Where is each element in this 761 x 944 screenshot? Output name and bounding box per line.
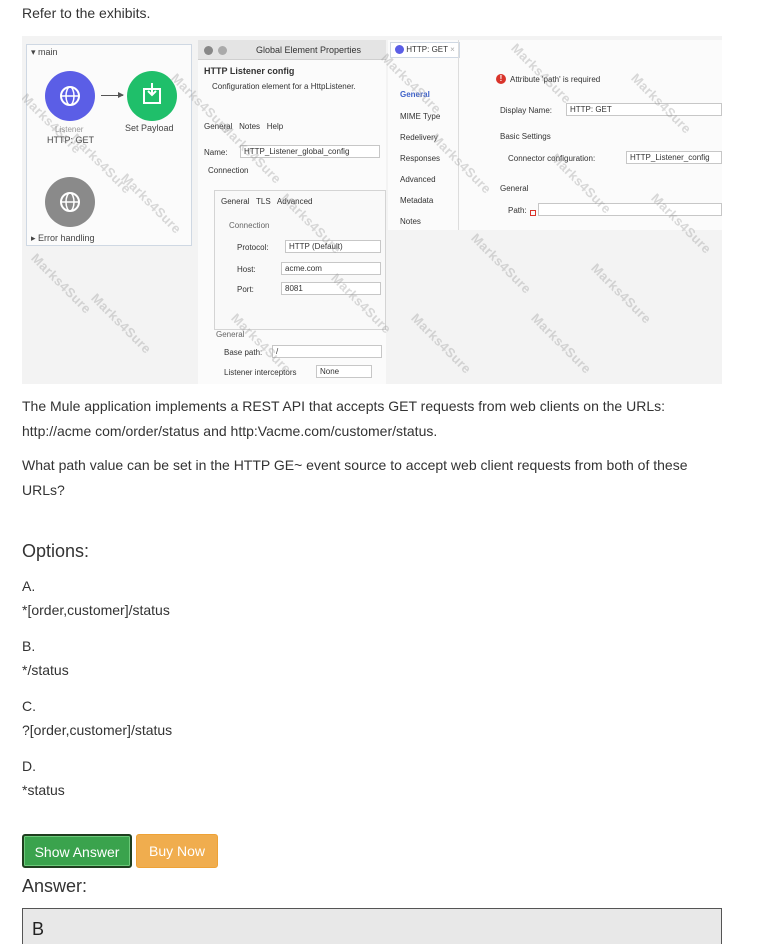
error-source-icon <box>45 177 95 227</box>
option-c-text: ?[order,customer]/status <box>22 722 173 738</box>
answer-heading: Answer: <box>22 876 88 896</box>
watermark-text: Marks4Sure <box>528 310 595 377</box>
path-error-marker-icon <box>530 210 536 216</box>
main-flow-name: main <box>38 47 58 57</box>
display-name-field[interactable]: HTTP: GET <box>566 103 722 116</box>
connection-header: Connection <box>229 221 270 230</box>
tab-inner-tls[interactable]: TLS <box>256 197 271 206</box>
path-label: Path: <box>508 206 527 215</box>
page: Refer to the exhibits. ▾ main Listener H… <box>0 0 761 944</box>
option-d-letter: D. <box>22 758 36 774</box>
error-handling-label: ▸ Error handling <box>31 233 95 244</box>
watermark-text: Marks4Sure <box>588 260 655 327</box>
tab-notes[interactable]: Notes <box>239 122 260 131</box>
option-a-text: *[order,customer]/status <box>22 602 170 618</box>
question-paragraph-2: What path value can be set in the HTTP G… <box>22 457 688 498</box>
connector-config-select[interactable]: HTTP_Listener_config <box>626 151 722 164</box>
window-titlebar: Global Element Properties <box>198 40 386 60</box>
show-answer-button[interactable]: Show Answer <box>22 834 132 868</box>
option-b-text: */status <box>22 662 69 678</box>
http-get-tab[interactable]: HTTP: GET × <box>390 42 460 58</box>
basic-settings-label: Basic Settings <box>500 132 551 141</box>
display-name-label: Display Name: <box>500 106 553 115</box>
options-heading: Options: <box>22 541 90 561</box>
answer-box: B <box>22 908 722 944</box>
interceptors-select[interactable]: None <box>316 365 372 378</box>
watermark-text: Marks4Sure <box>408 310 475 377</box>
close-dot-icon <box>204 46 213 55</box>
watermark-text: Marks4Sure <box>468 230 535 297</box>
tab-help[interactable]: Help <box>267 122 283 131</box>
port-label: Port: <box>237 285 254 294</box>
nav-divider <box>458 40 459 230</box>
intro-text: Refer to the exhibits. <box>22 5 151 21</box>
nav-metadata[interactable]: Metadata <box>400 196 433 205</box>
minimize-dot-icon <box>218 46 227 55</box>
base-path-field[interactable]: / <box>272 345 382 358</box>
connection-label: Connection <box>208 166 249 175</box>
http-get-tab-title: HTTP: GET <box>406 45 448 54</box>
set-payload-label: Set Payload <box>125 123 174 133</box>
nav-responses[interactable]: Responses <box>400 154 440 163</box>
config-description: Configuration element for a HttpListener… <box>212 82 356 91</box>
close-tab-icon[interactable]: × <box>450 45 455 54</box>
flow-arrow <box>101 92 124 98</box>
error-icon: ! <box>496 74 506 84</box>
expand-triangle-icon: ▸ <box>31 233 39 243</box>
buy-now-button[interactable]: Buy Now <box>136 834 218 868</box>
main-flow-label: ▾ main <box>31 47 58 58</box>
option-a-letter: A. <box>22 578 36 594</box>
general-section-label: General <box>500 184 529 193</box>
nav-advanced[interactable]: Advanced <box>400 175 436 184</box>
host-field[interactable]: acme.com <box>281 262 381 275</box>
option-d-text: *status <box>22 782 65 798</box>
host-label: Host: <box>237 265 256 274</box>
watermark-text: Marks4Sure <box>88 290 155 357</box>
name-label: Name: <box>204 148 228 157</box>
tab-inner-general[interactable]: General <box>221 197 249 206</box>
exhibit-image: ▾ main Listener HTTP: GET Set Payload ▸ … <box>22 36 722 384</box>
config-heading: HTTP Listener config <box>204 66 295 76</box>
watermark-text: Marks4Sure <box>28 250 95 317</box>
nav-notes[interactable]: Notes <box>400 217 421 226</box>
option-b-letter: B. <box>22 638 36 654</box>
window-title: Global Element Properties <box>256 45 362 55</box>
question-paragraph-1: The Mule application implements a REST A… <box>22 398 666 439</box>
collapse-triangle-icon: ▾ <box>31 47 39 57</box>
error-handling-text: Error handling <box>38 233 95 243</box>
http-tab-icon <box>395 45 404 55</box>
option-c-letter: C. <box>22 698 36 714</box>
path-field[interactable] <box>538 203 722 216</box>
answer-value: B <box>32 919 45 939</box>
protocol-label: Protocol: <box>237 243 269 252</box>
